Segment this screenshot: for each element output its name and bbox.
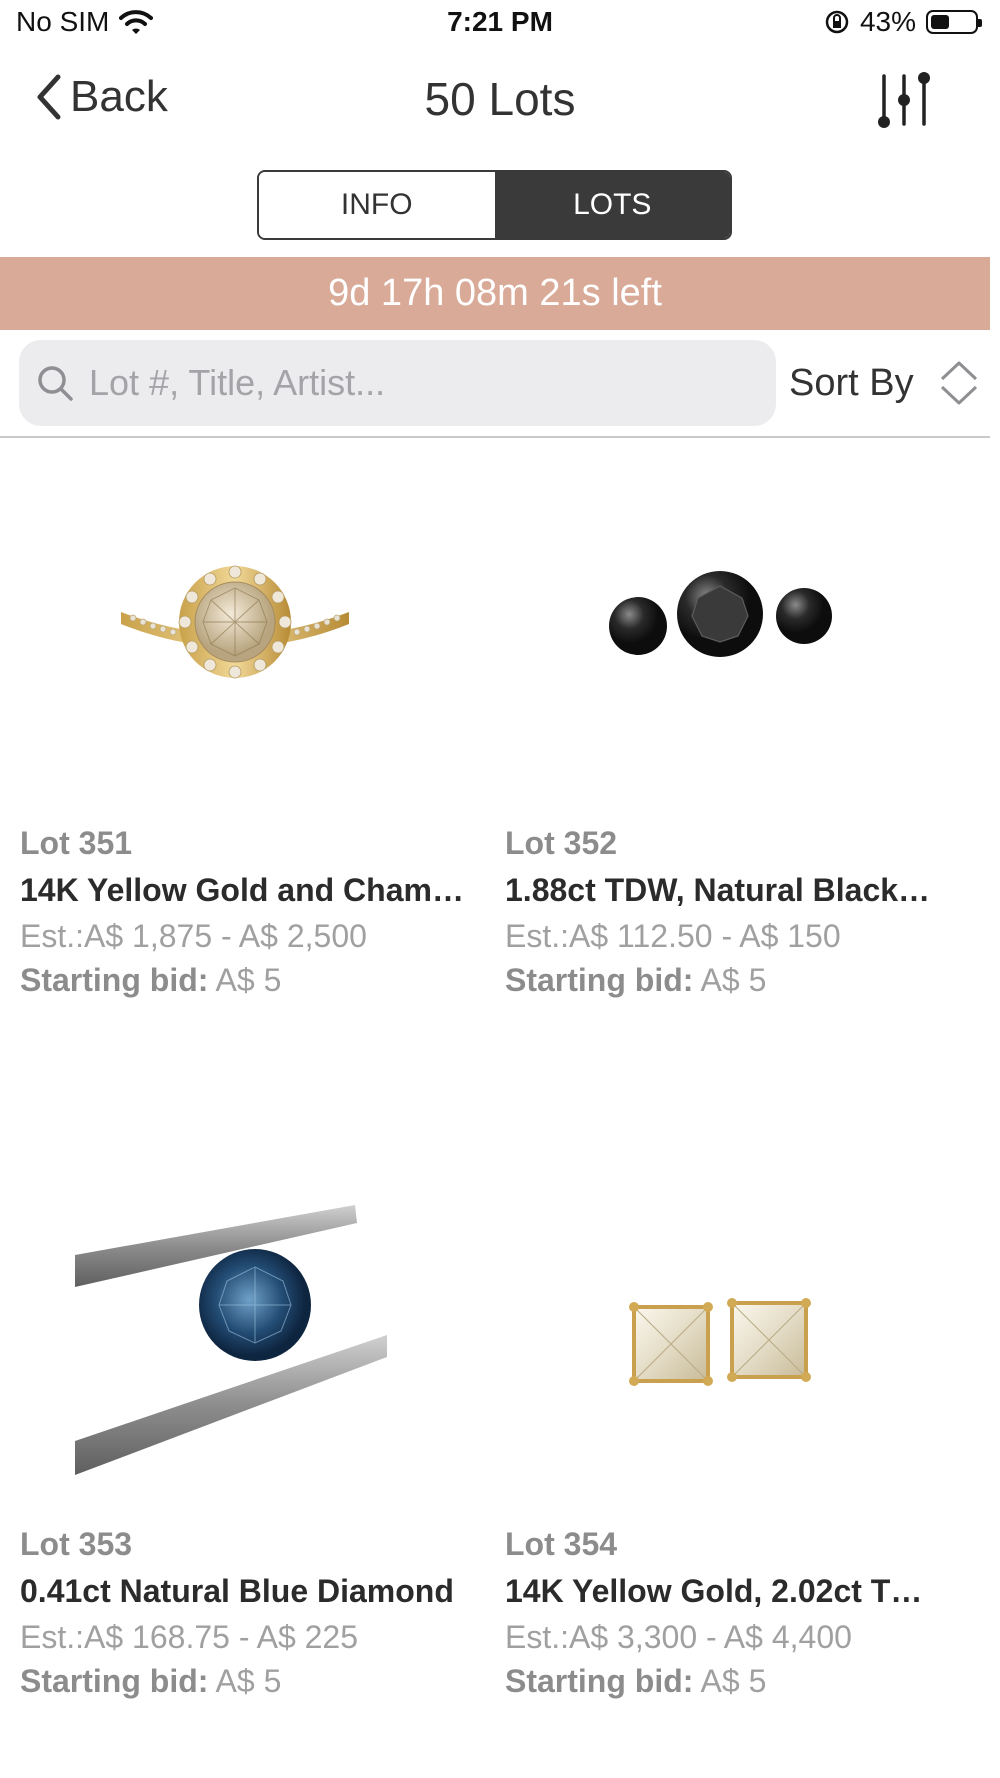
gold-halo-ring-image (121, 565, 349, 679)
lot-image (0, 1160, 470, 1520)
search-input[interactable] (87, 361, 731, 405)
starting-bid-value: A$ 5 (700, 1663, 767, 1699)
lot-estimate: Est.:A$ 1,875 - A$ 2,500 (20, 918, 367, 954)
starting-bid-value: A$ 5 (215, 1663, 282, 1699)
sort-button[interactable]: Sort By (789, 360, 980, 406)
status-bar: No SIM 7:21 PM 43% (0, 0, 1000, 50)
battery-percent: 43% (859, 6, 916, 37)
starting-bid-label: Starting bid: (20, 962, 209, 998)
princess-cut-earrings-image (629, 1298, 811, 1386)
starting-bid-value: A$ 5 (700, 962, 767, 998)
lot-title: 14K Yellow Gold, 2.02ct T… (505, 1573, 923, 1609)
sort-chevrons-icon (940, 361, 977, 405)
search-icon (38, 366, 73, 401)
orientation-lock-icon (825, 10, 849, 34)
filter-button[interactable] (872, 68, 936, 132)
starting-bid: Starting bid: A$ 5 (505, 962, 766, 999)
search-row: Sort By (0, 338, 990, 438)
search-box[interactable] (19, 340, 776, 426)
blue-diamond-tweezers-image (75, 1205, 387, 1475)
lot-image (0, 440, 470, 800)
lot-number: Lot 354 (505, 1526, 618, 1562)
battery-tip (978, 19, 982, 27)
starting-bid-value: A$ 5 (215, 962, 282, 998)
countdown-banner: 9d 17h 08m 21s left (0, 257, 990, 330)
starting-bid: Starting bid: A$ 5 (20, 962, 281, 999)
starting-bid: Starting bid: A$ 5 (505, 1663, 766, 1700)
lot-title: 0.41ct Natural Blue Diamond (20, 1573, 454, 1609)
lot-number: Lot 353 (20, 1526, 133, 1562)
lot-estimate: Est.:A$ 168.75 - A$ 225 (20, 1619, 359, 1655)
lot-title: 1.88ct TDW, Natural Black… (505, 872, 931, 908)
lot-number: Lot 352 (505, 825, 618, 861)
lot-number: Lot 351 (20, 825, 133, 861)
starting-bid-label: Starting bid: (505, 962, 694, 998)
page-title: 50 Lots (424, 73, 576, 125)
sliders-icon (878, 72, 930, 128)
starting-bid: Starting bid: A$ 5 (20, 1663, 281, 1700)
lot-image (485, 440, 955, 800)
battery-icon (926, 10, 982, 34)
black-diamonds-image (609, 571, 832, 657)
lot-title: 14K Yellow Gold and Cham… (20, 872, 464, 908)
navigation-bar: Back 50 Lots (0, 60, 1000, 140)
battery-fill (931, 15, 949, 29)
lot-estimate: Est.:A$ 3,300 - A$ 4,400 (505, 1619, 852, 1655)
status-right: 43% (824, 6, 982, 38)
lot-image (485, 1160, 955, 1520)
lot-estimate: Est.:A$ 112.50 - A$ 150 (505, 918, 841, 954)
segmented-control: INFO LOTS (257, 170, 732, 240)
tab-lots[interactable]: LOTS (494, 172, 730, 238)
sort-label: Sort By (789, 361, 914, 404)
starting-bid-label: Starting bid: (20, 1663, 209, 1699)
starting-bid-label: Starting bid: (505, 1663, 694, 1699)
countdown-text: 9d 17h 08m 21s left (328, 272, 662, 314)
tab-info[interactable]: INFO (259, 172, 495, 238)
